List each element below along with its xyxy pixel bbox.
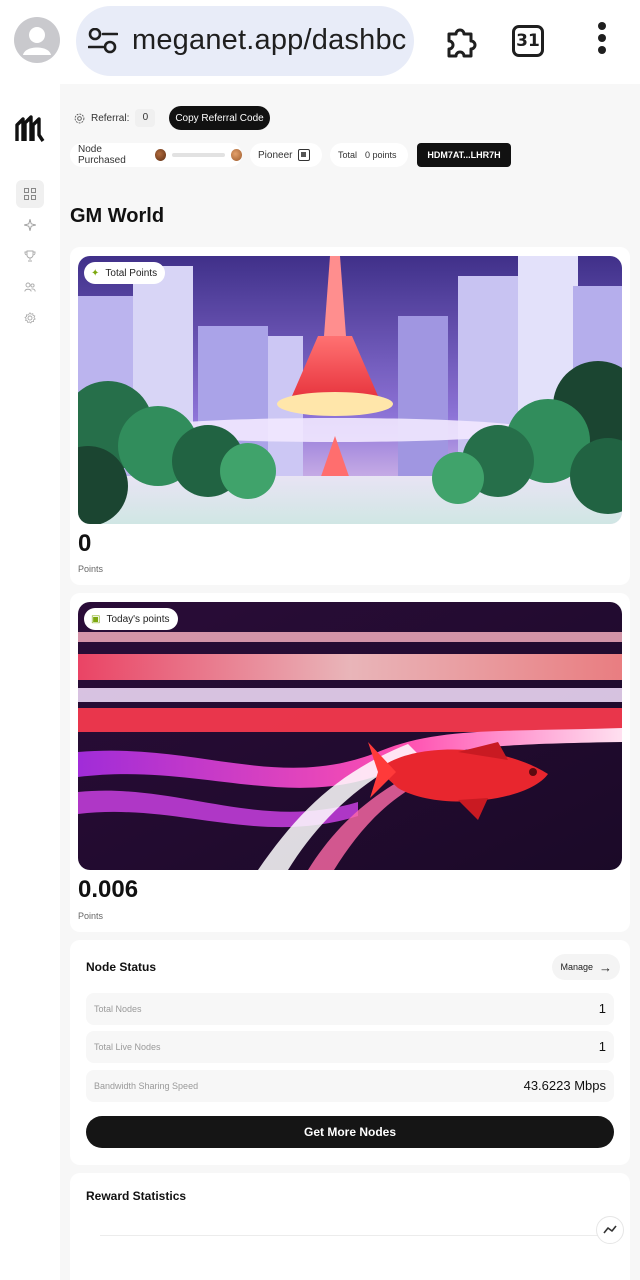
address-bar[interactable]: meganet.app/dashbc [76,6,414,76]
get-more-nodes-button[interactable]: Get More Nodes [86,1116,614,1148]
node-status-card: Node Status Manage → Total Nodes 1 Total… [70,940,630,1165]
settings-icon [24,312,36,324]
referral-indicator: Referral: 0 [74,106,156,130]
tier-label: Pioneer [258,149,293,161]
dashboard-main: Referral: 0 Copy Referral Code Node Purc… [60,84,640,1280]
stat-value: 43.6223 Mbps [523,1078,606,1093]
url-text[interactable]: meganet.app/dashbc [132,24,406,57]
more-menu-icon[interactable] [590,22,614,60]
copy-referral-code-button[interactable]: Copy Referral Code [169,106,270,130]
coin-icon [154,149,166,161]
sparkle-icon [24,219,36,231]
trophy-icon [24,250,36,262]
total-points-badge: ✦ Total Points [84,262,166,284]
today-points-badge: ▣ Today's points [84,608,178,630]
extensions-puzzle-icon[interactable] [443,22,481,60]
person-icon [23,27,51,55]
grid-icon [24,188,36,200]
site-settings-icon[interactable] [88,28,118,54]
total-points-badge-label: Total Points [105,267,158,279]
node-progress-bar [171,153,225,157]
sidebar-item-referrals[interactable] [16,273,44,301]
city-illustration: ✦ Total Points [78,256,622,524]
coin-icon [230,149,243,161]
chart-toggle-button[interactable] [596,1216,624,1244]
stat-row-live-nodes: Total Live Nodes 1 [86,1031,614,1063]
sidebar-item-dashboard[interactable] [16,180,44,208]
calendar-icon: ▣ [91,613,101,625]
users-icon [24,282,36,292]
fish-illustration-image [78,602,622,870]
sparkle-icon: ✦ [91,267,100,279]
today-points-unit: Points [78,911,104,921]
city-illustration-image [78,256,622,524]
chart-baseline [100,1235,600,1236]
stat-value: 1 [598,1001,606,1016]
referral-count: 0 [135,109,156,127]
today-points-badge-label: Today's points [106,613,170,625]
total-points-value: 0 [78,530,92,557]
total-label: Total [338,150,358,160]
tab-switcher-button[interactable]: 31 [512,25,544,57]
stat-row-total-nodes: Total Nodes 1 [86,993,614,1025]
manage-button[interactable]: Manage → [552,954,620,980]
total-points-value: 0 points [365,150,397,160]
reward-statistics-card: Reward Statistics [70,1173,630,1280]
sidebar [0,84,60,1280]
page-title: GM World [70,205,165,227]
node-purchased-indicator: Node Purchased [70,143,243,167]
today-points-value: 0.006 [78,876,139,903]
referral-label: Referral: [91,112,130,124]
node-status-title: Node Status [86,960,157,974]
arrow-right-icon: → [599,959,612,975]
wallet-address-button[interactable]: HDM7AT...LHR7H [417,143,511,167]
sidebar-item-rewards[interactable] [16,211,44,239]
stat-row-bandwidth: Bandwidth Sharing Speed 43.6223 Mbps [86,1070,614,1102]
browser-toolbar: meganet.app/dashbc 31 [0,0,640,84]
stat-label: Total Live Nodes [94,1042,161,1052]
total-points-card: ✦ Total Points 0 Points [70,247,630,585]
reward-statistics-title: Reward Statistics [86,1189,187,1203]
line-chart-icon [603,1225,617,1234]
today-points-card: ▣ Today's points 0.006 Points [70,593,630,932]
tier-indicator: Pioneer [250,143,322,167]
manage-label: Manage [560,962,593,972]
sidebar-item-leaderboard[interactable] [16,242,44,270]
node-purchased-label: Node Purchased [78,144,126,166]
stat-label: Bandwidth Sharing Speed [94,1081,199,1091]
fish-illustration: ▣ Today's points [78,602,622,870]
sidebar-item-settings[interactable] [16,304,44,332]
settings-small-icon [74,113,85,123]
profile-avatar[interactable] [14,17,60,63]
stat-value: 1 [598,1039,606,1054]
total-points-indicator: Total 0 points [330,143,408,167]
meganet-logo[interactable] [15,115,45,143]
stat-label: Total Nodes [94,1004,142,1014]
tier-badge-icon [298,149,311,161]
total-points-unit: Points [78,564,104,574]
